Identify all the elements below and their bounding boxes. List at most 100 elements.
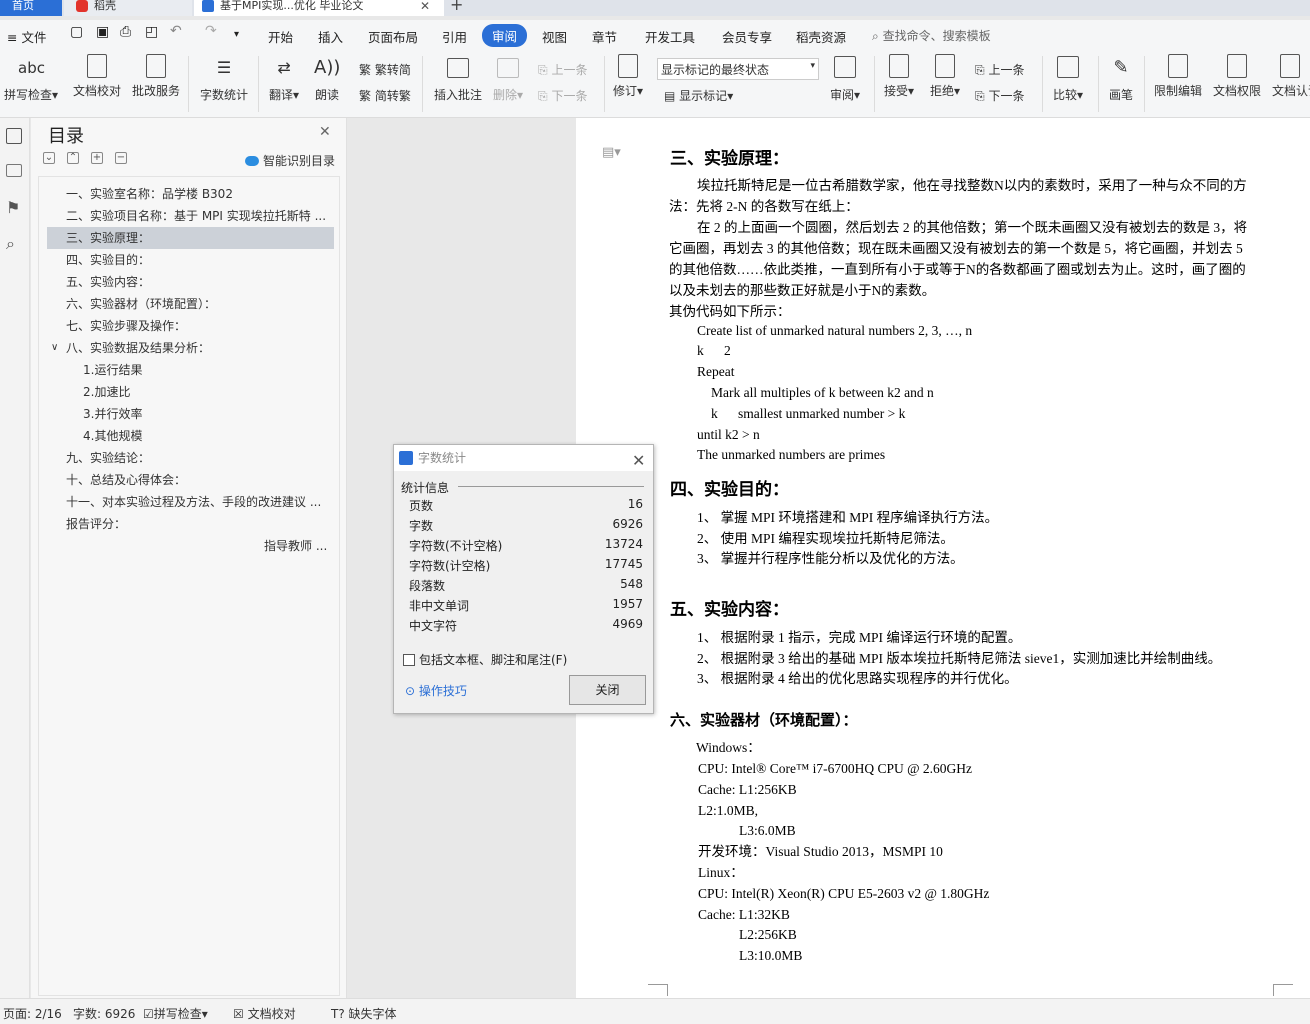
spell-check-button[interactable]: abc 拼写检查▾ — [4, 54, 58, 103]
close-icon[interactable]: ✕ — [632, 448, 645, 474]
toc-item[interactable]: 报告评分： — [39, 513, 341, 535]
stats-key: 字符数(不计空格) — [409, 539, 503, 553]
toc-item-label: 四、实验目的： — [66, 253, 151, 267]
new-tab-icon[interactable]: + — [450, 0, 463, 14]
missing-font-status[interactable]: T? 缺失字体 — [331, 1005, 397, 1022]
toc-item[interactable]: 一、实验室名称：品学楼 B302 — [39, 183, 341, 205]
toc-item[interactable]: 十一、对本实验过程及方法、手段的改进建议 ... — [39, 491, 341, 513]
markup-mode-select[interactable]: 显示标记的最终状态 ▾ — [657, 58, 819, 80]
tab-wps[interactable]: 稻壳 — [64, 0, 192, 16]
menu-dev-tools[interactable]: 开发工具 — [645, 27, 695, 46]
menu-docer[interactable]: 稻壳资源 — [796, 27, 846, 46]
print-icon[interactable]: ⎙ — [120, 24, 131, 40]
word-count-status[interactable]: 字数: 6926 — [73, 1005, 135, 1022]
toc-item[interactable]: 八、实验数据及结果分析： ∨ — [39, 337, 341, 359]
track-changes-button[interactable]: 修订▾ — [613, 54, 643, 99]
print-preview-icon[interactable]: ◰ — [145, 24, 158, 40]
find-icon[interactable]: ⌕ — [6, 236, 22, 252]
menu-chapter[interactable]: 章节 — [592, 27, 617, 46]
menu-member[interactable]: 会员专享 — [722, 27, 772, 46]
undo-icon[interactable]: ↶ — [170, 23, 182, 39]
toc-item[interactable]: 十、总结及心得体会： — [39, 469, 341, 491]
delete-comment-button[interactable]: 删除▾ — [493, 54, 523, 103]
toc-item[interactable]: 3.并行效率 — [39, 403, 341, 425]
word-count-button[interactable]: ☰ 字数统计 — [200, 54, 248, 103]
toc-panel-icon[interactable] — [6, 128, 22, 144]
command-search[interactable]: ⌕ 查找命令、搜索模板 — [872, 27, 991, 44]
review-pane-button[interactable]: 审阅▾ — [830, 54, 860, 103]
doc-proof-button[interactable]: 文档校对 — [73, 54, 121, 99]
paragraph-icon[interactable]: ▤▾ — [602, 144, 621, 160]
include-textbox-checkbox[interactable]: 包括文本框、脚注和尾注(F) — [403, 651, 567, 668]
file-menu[interactable]: ≡ 文件 — [7, 27, 46, 46]
review-service-button[interactable]: 批改服务 — [132, 54, 180, 99]
accept-button[interactable]: 接受▾ — [884, 54, 914, 99]
export-pdf-icon[interactable]: ▣ — [96, 24, 109, 40]
read-aloud-button[interactable]: A)) 朗读 — [314, 54, 340, 103]
chapter-nav-icon[interactable] — [6, 164, 22, 177]
toc-item[interactable]: 九、实验结论： — [39, 447, 341, 469]
smart-toc-button[interactable]: 智能识别目录 — [245, 152, 335, 169]
menu-start[interactable]: 开始 — [268, 27, 293, 46]
dialog-titlebar[interactable]: 字数统计 ✕ — [394, 445, 653, 471]
chevron-down-icon[interactable]: ∨ — [51, 337, 58, 359]
menu-layout[interactable]: 页面布局 — [368, 27, 418, 46]
pen-button[interactable]: ✎ 画笔 — [1108, 54, 1134, 103]
delete-comment-icon — [497, 58, 520, 78]
toc-item[interactable]: 4.其他规模 — [39, 425, 341, 447]
toc-item[interactable]: 指导教师 ... — [39, 535, 341, 557]
toc-item[interactable]: 五、实验内容： — [39, 271, 341, 293]
chevron-down-icon: ▾ — [810, 61, 815, 71]
close-icon[interactable]: ✕ — [319, 124, 331, 140]
quick-access-chevron-icon[interactable]: ▾ — [234, 29, 239, 40]
tab-home[interactable]: 首页 — [0, 0, 62, 16]
tips-link[interactable]: ⊙ 操作技巧 — [405, 682, 467, 699]
save-icon[interactable]: ▢ — [70, 24, 83, 40]
doc-line: 3、 掌握并行程序性能分析以及优化的方法。 — [697, 551, 964, 566]
doc-permission-button[interactable]: 文档权限 — [1213, 54, 1261, 99]
doc-cert-button[interactable]: 文档认证 — [1272, 54, 1310, 99]
menu-insert[interactable]: 插入 — [318, 27, 343, 46]
simp-to-trad-button[interactable]: 繁 简转繁 — [359, 87, 411, 104]
toc-item[interactable]: 七、实验步骤及操作： — [39, 315, 341, 337]
menu-reference[interactable]: 引用 — [442, 27, 467, 46]
redo-icon[interactable]: ↷ — [205, 23, 217, 39]
tab-document[interactable]: 基于MPI实现...优化 毕业论文 ✕ — [194, 0, 444, 16]
restrict-edit-button[interactable]: 限制编辑 — [1154, 54, 1202, 99]
toc-item[interactable]: 二、实验项目名称：基于 MPI 实现埃拉托斯特 ... — [39, 205, 341, 227]
insert-comment-button[interactable]: 插入批注 — [434, 54, 482, 103]
toc-item[interactable]: 2.加速比 — [39, 381, 341, 403]
doc-proof-status[interactable]: ☒ 文档校对 — [233, 1005, 296, 1022]
toc-item[interactable]: 1.运行结果 — [39, 359, 341, 381]
expand-all-icon[interactable]: ⌄ — [43, 152, 55, 164]
show-markup-button[interactable]: ▤ 显示标记▾ — [664, 87, 733, 104]
translate-button[interactable]: ⇄ 翻译▾ — [269, 54, 299, 103]
document-page[interactable]: ▤▾ 三、实验原理： 埃拉托斯特尼是一位古希腊数学家，他在寻找整数N以内的素数时… — [576, 118, 1310, 998]
prev-comment-button[interactable]: ⎘ 上一条 — [538, 61, 587, 78]
accept-icon — [889, 54, 910, 78]
spell-check-status[interactable]: ☑拼写检查▾ — [143, 1005, 208, 1022]
menu-view[interactable]: 视图 — [542, 27, 567, 46]
stats-key: 段落数 — [409, 579, 446, 593]
show-markup-label: 显示标记 — [679, 89, 728, 103]
compare-button[interactable]: 比较▾ — [1053, 54, 1083, 103]
tab-close-icon[interactable]: ✕ — [420, 0, 430, 14]
toc-item[interactable]: 六、实验器材（环境配置）： — [39, 293, 341, 315]
reject-button[interactable]: 拒绝▾ — [930, 54, 960, 99]
checkbox-icon — [403, 654, 415, 666]
close-button[interactable]: 关闭 — [569, 675, 646, 705]
collapse-all-icon[interactable]: ⌃ — [67, 152, 79, 164]
toc-item[interactable]: 四、实验目的： — [39, 249, 341, 271]
next-change-button[interactable]: ⎘ 下一条 — [975, 87, 1024, 104]
trad-to-simp-button[interactable]: 繁 繁转简 — [359, 61, 411, 78]
toc-item[interactable]: 三、实验原理： — [47, 227, 334, 249]
toc-item-label: 二、实验项目名称：基于 MPI 实现埃拉托斯特 ... — [66, 209, 327, 223]
menu-review[interactable]: 审阅 — [482, 24, 528, 47]
next-comment-button[interactable]: ⎘ 下一条 — [538, 87, 587, 104]
remove-heading-icon[interactable]: − — [115, 152, 127, 164]
track-changes-label: 修订 — [613, 84, 638, 98]
add-heading-icon[interactable]: + — [91, 152, 103, 164]
bookmark-icon[interactable]: ⚑ — [6, 200, 22, 216]
prev-change-button[interactable]: ⎘ 上一条 — [975, 61, 1024, 78]
page-indicator[interactable]: 页面: 2/16 — [3, 1005, 62, 1022]
